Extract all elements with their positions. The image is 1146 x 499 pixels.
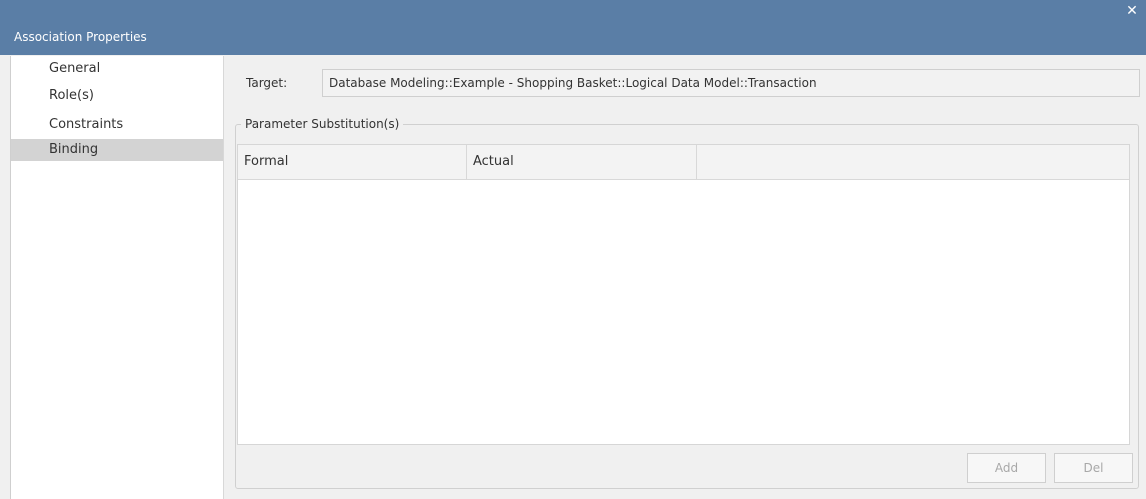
association-properties-dialog: Association Properties ✕ General Role(s)… [0, 0, 1146, 499]
substitution-grid[interactable]: Formal Actual [237, 144, 1130, 445]
sidebar-item-constraints[interactable]: Constraints [11, 114, 223, 136]
sidebar: General Role(s) Constraints Binding [10, 56, 224, 499]
sidebar-item-general[interactable]: General [11, 58, 223, 80]
column-header-formal[interactable]: Formal [238, 145, 467, 179]
grid-header: Formal Actual [238, 145, 1129, 180]
target-label: Target: [246, 76, 288, 90]
dialog-title: Association Properties [14, 30, 147, 44]
del-button[interactable]: Del [1054, 453, 1133, 483]
sidebar-item-roles[interactable]: Role(s) [11, 85, 223, 107]
add-button[interactable]: Add [967, 453, 1046, 483]
parameter-substitutions-label: Parameter Substitution(s) [241, 116, 404, 132]
column-header-actual[interactable]: Actual [467, 145, 697, 179]
close-icon[interactable]: ✕ [1124, 3, 1140, 19]
title-bar: Association Properties ✕ [0, 0, 1146, 55]
target-field[interactable]: Database Modeling::Example - Shopping Ba… [322, 69, 1140, 97]
sidebar-item-binding[interactable]: Binding [11, 139, 223, 161]
